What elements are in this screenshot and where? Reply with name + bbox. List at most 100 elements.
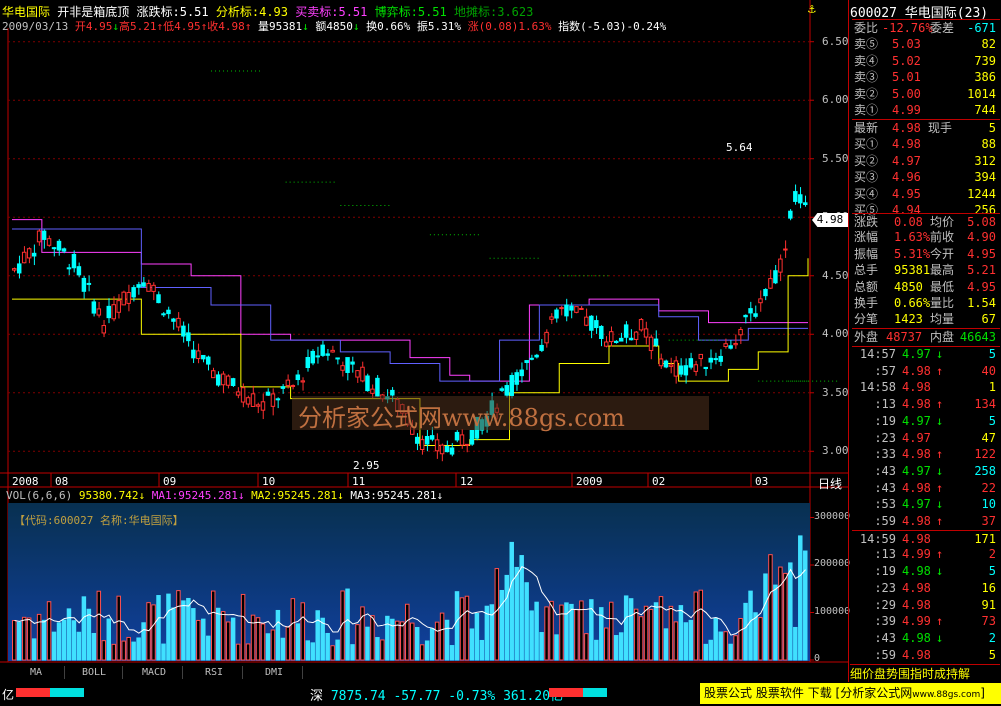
volume-bar: [400, 621, 405, 661]
ad-link-5[interactable]: www.88gs.com: [912, 690, 980, 700]
date-tick-label: 2009: [576, 475, 603, 488]
candle-body: [623, 324, 629, 338]
candle-body: [638, 319, 644, 331]
candle-body: [698, 353, 704, 360]
ad-link-2[interactable]: 股票软件: [756, 686, 804, 700]
candle-body: [514, 372, 519, 385]
tab-dmi[interactable]: DMI: [246, 666, 303, 679]
tick-row: :53 4.97 ↓ 10: [852, 496, 1000, 513]
volume-bar: [395, 620, 400, 661]
candle-body: [275, 398, 281, 401]
vol-value: 95380.742: [78, 489, 139, 502]
volume-bar: [489, 604, 495, 661]
sell-label: 卖④: [854, 53, 879, 68]
volume-bar: [225, 621, 231, 661]
volume-tick-label: 100000: [814, 605, 851, 617]
candle-body: [728, 345, 733, 349]
stat-value: 95381: [894, 263, 931, 278]
ad-link-1[interactable]: 股票公式: [704, 686, 752, 700]
tick-time: :29: [874, 597, 896, 612]
volume-bar: [708, 639, 713, 661]
candle-body: [176, 317, 181, 328]
outer-value: 48737: [886, 330, 923, 344]
volume-tick-label: 200000: [814, 558, 851, 569]
volume-header: VOL(6,6,6) 95380.742↓ MA1:95245.281↓ MA2…: [6, 489, 444, 502]
volume-bar: [56, 622, 62, 661]
candle-body: [201, 354, 206, 360]
ad-bar[interactable]: 股票公式 股票软件 下载 [分析家公式网www.88gs.com]: [700, 683, 1001, 704]
candle-body: [529, 357, 534, 360]
volume-bar: [315, 610, 320, 661]
volume-bar: [215, 607, 221, 661]
candle-body: [499, 388, 505, 391]
volume-bar: [235, 643, 241, 661]
indicator-label-2: 分析标:: [215, 5, 260, 19]
tick-time: :53: [874, 497, 896, 512]
tick-row: :33 4.98 ↑ 122: [852, 446, 1000, 463]
candle-body: [131, 287, 136, 298]
volume-bar: [623, 595, 629, 661]
tab-ma[interactable]: MA: [8, 666, 65, 679]
candle-body: [758, 298, 763, 304]
stat-row: 涨跌 0.08 均价 5.08: [852, 213, 1000, 231]
volume-bar: [36, 613, 42, 661]
candle-body: [106, 305, 112, 319]
tab-macd[interactable]: MACD: [126, 666, 183, 679]
sell-row: 卖⑤ 5.03 82: [852, 36, 1000, 53]
volume-bar: [643, 605, 649, 661]
volume-bar: [693, 591, 699, 661]
candle-body: [743, 314, 748, 318]
ad-link-4[interactable]: [分析家公式网: [836, 686, 913, 700]
volume-bar: [310, 642, 315, 661]
sell-volume: 1014: [967, 86, 996, 101]
info-open: 开4.95: [74, 20, 113, 33]
tab-rsi[interactable]: RSI: [186, 666, 243, 679]
tick-price: 4.97: [902, 347, 931, 361]
tick-volume: 134: [974, 397, 996, 412]
tick-volume: 1: [988, 380, 996, 395]
hand-value: 5: [988, 121, 996, 135]
volume-bar: [66, 608, 72, 661]
volume-bar: [101, 640, 107, 661]
volume-bar: [803, 550, 808, 661]
volume-tick-label: 0: [814, 653, 821, 664]
candle-body: [51, 247, 57, 250]
quote-bottom-tabs[interactable]: 细价盘势围指时成持解: [850, 664, 1000, 681]
candle-body: [225, 375, 231, 386]
sell-row: 卖① 4.99 744: [852, 102, 1000, 119]
info-vol: 量95381: [257, 20, 303, 33]
candle-body: [628, 337, 634, 341]
candle-body: [355, 370, 360, 378]
volume-bar: [793, 626, 798, 661]
weibi-row: 委比 -12.76% 委差 -671: [852, 19, 1000, 37]
candle-body: [658, 358, 664, 367]
volume-bar: [678, 605, 684, 661]
volume-bar: [753, 612, 758, 661]
ad-link-3[interactable]: 下载: [808, 686, 832, 700]
volume-bar: [559, 604, 564, 661]
volume-bar: [798, 535, 803, 661]
tick-time: 14:58: [859, 380, 896, 395]
volume-bar: [151, 604, 156, 661]
tick-time: :23: [874, 430, 896, 445]
tick-price: 4.98: [902, 564, 931, 579]
anchor-icon[interactable]: ⚓: [808, 2, 816, 17]
volume-bar: [16, 621, 22, 661]
candle-body: [723, 343, 728, 348]
tick-volume: 2: [988, 547, 996, 562]
volume-bar: [41, 619, 47, 661]
volume-bar: [444, 619, 450, 661]
candle-body: [61, 248, 67, 252]
period-label[interactable]: 日线: [818, 475, 842, 492]
price-tick-label: 3.50: [822, 385, 849, 399]
tab-boll[interactable]: BOLL: [66, 666, 123, 679]
ad-link-6[interactable]: ]: [980, 686, 985, 700]
volume-bar: [131, 641, 136, 661]
price-tick-label: 6.00: [822, 93, 849, 107]
volume-bar: [240, 593, 246, 661]
sell-volume: 82: [981, 37, 996, 51]
volume-bar: [668, 605, 674, 661]
tick-volume: 73: [981, 614, 996, 629]
volume-bar: [81, 596, 87, 661]
volume-bar: [554, 634, 559, 661]
